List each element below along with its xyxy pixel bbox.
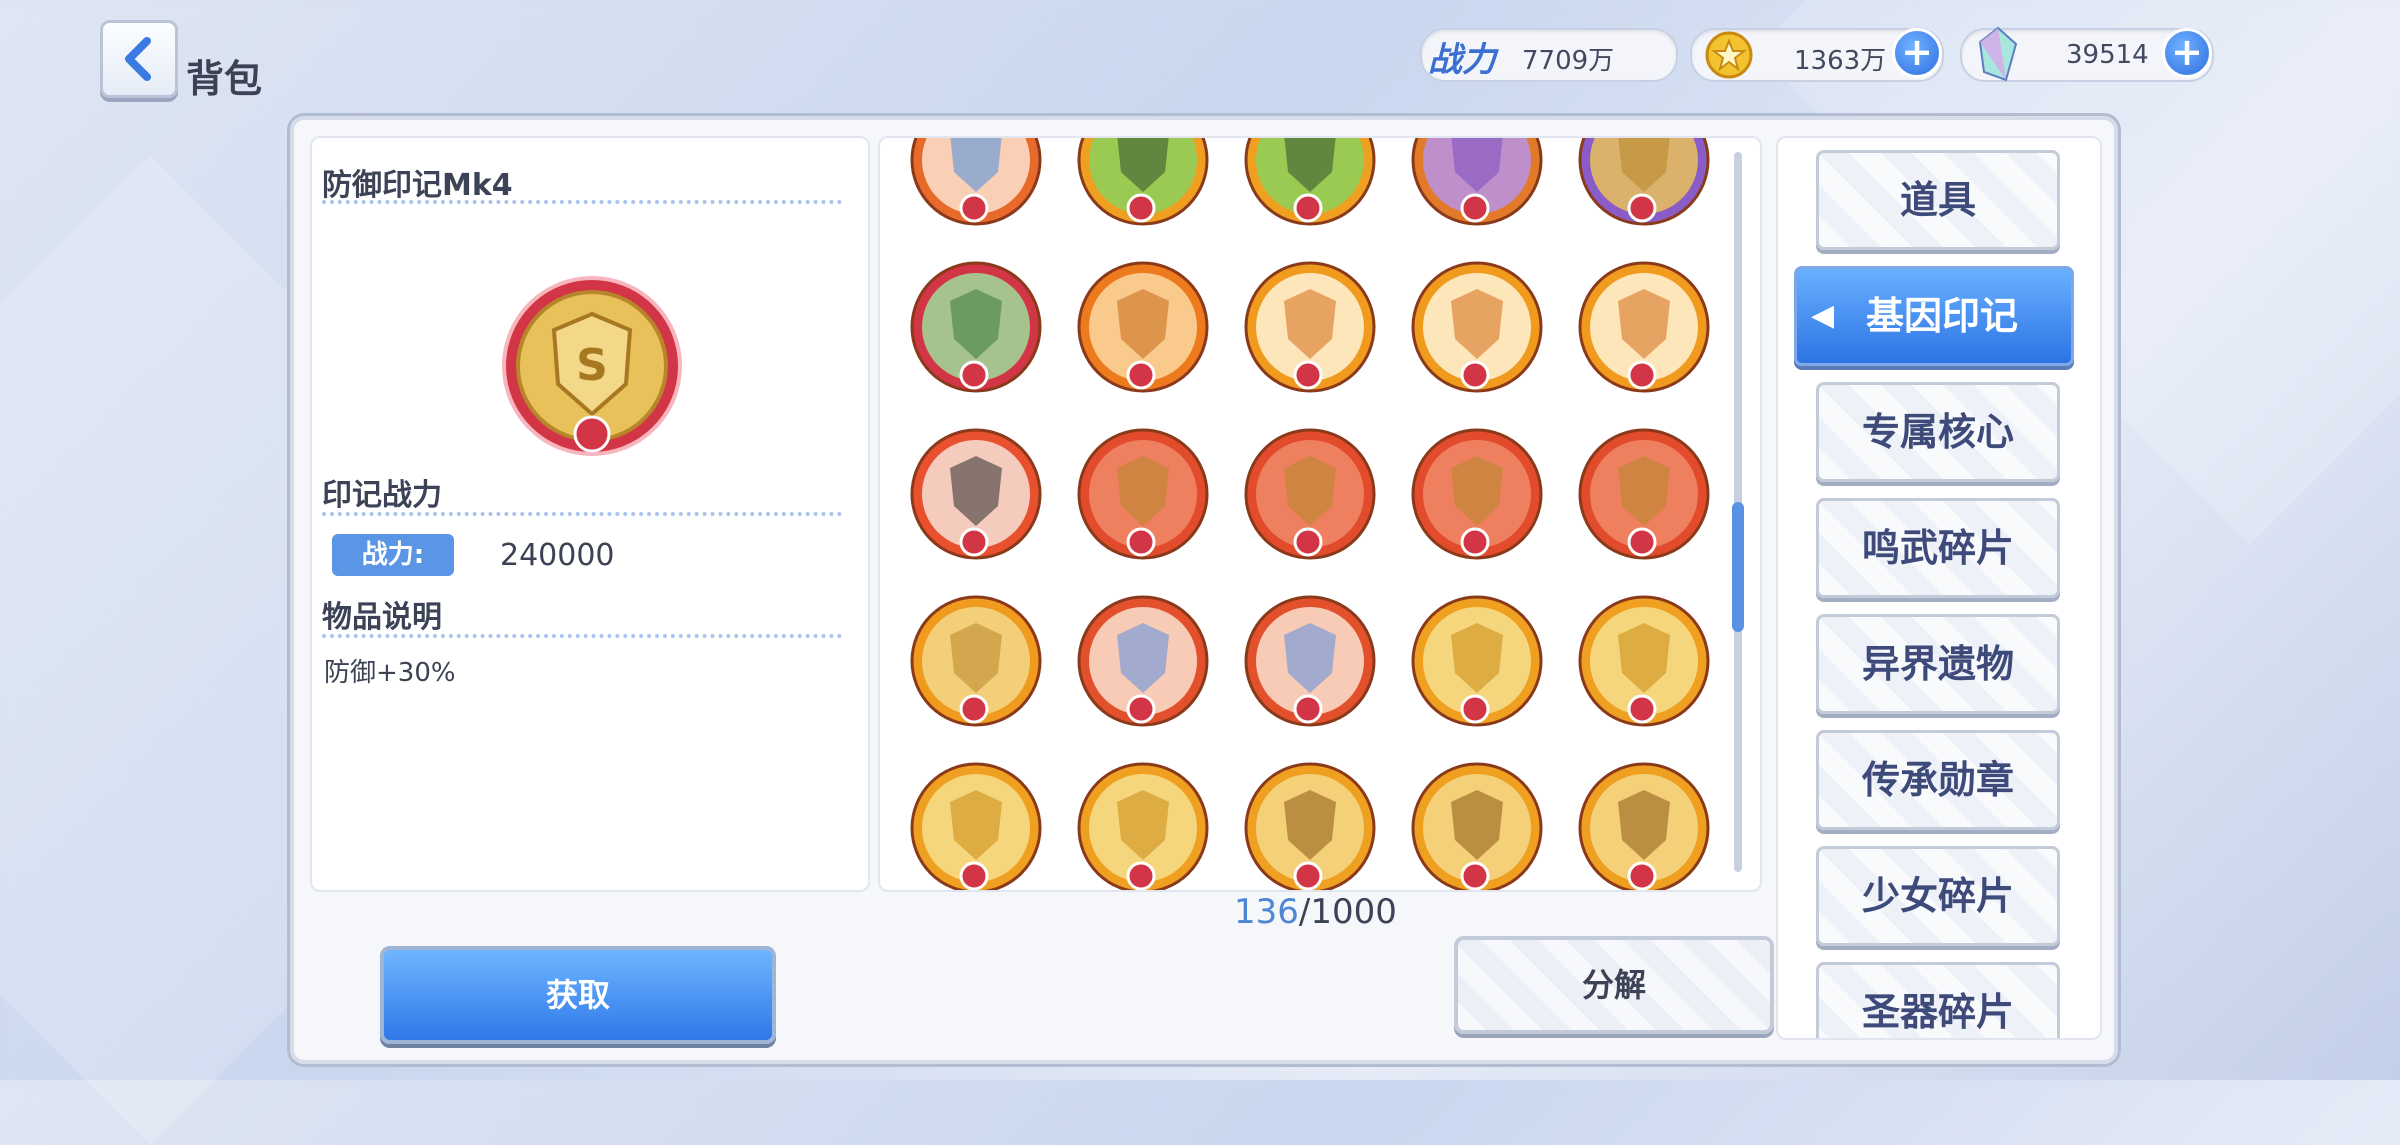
combat-power-badge-icon: 战力	[1428, 40, 1496, 80]
description-section-title: 物品说明	[322, 600, 442, 635]
item-grid	[878, 136, 1762, 892]
inventory-slot[interactable]	[1242, 138, 1378, 228]
inventory-count: 136/1000	[1234, 892, 1397, 932]
purple-cross-emblem-icon	[1411, 138, 1543, 226]
chibi-dodge-emblem-icon	[1411, 261, 1543, 393]
inventory-slot[interactable]	[1409, 138, 1545, 228]
inventory-slot[interactable]	[908, 593, 1044, 729]
star-coin-icon	[1705, 31, 1753, 79]
gold-cross-shield-emblem-icon	[1578, 762, 1710, 890]
gold-value: 1363万	[1794, 46, 1887, 76]
category-tabs: 道具 ◀ 基因印记 专属核心 鸣武碎片 异界遗物 传承勋章 少女碎片 圣器碎片	[1776, 136, 2102, 1040]
tab-gene-emblem-label: 基因印记	[1865, 294, 2018, 338]
gold-burst-shield-emblem-icon	[1077, 762, 1209, 890]
divider	[322, 512, 842, 516]
inventory-slot[interactable]	[1075, 426, 1211, 562]
tab-holy-relic-fragments[interactable]: 圣器碎片	[1816, 962, 2060, 1038]
tab-otherworld-relics[interactable]: 异界遗物	[1816, 614, 2060, 714]
gold-burst-shield-emblem-icon	[1578, 595, 1710, 727]
sword-strike-emblem-icon	[1244, 595, 1376, 727]
inventory-count-current: 136	[1234, 892, 1299, 932]
decompose-button[interactable]: 分解	[1454, 936, 1774, 1034]
inventory-slot[interactable]	[1576, 259, 1712, 395]
svg-text:S: S	[576, 340, 608, 391]
red-chainsaw-emblem-icon	[1578, 428, 1710, 560]
inventory-slot[interactable]	[908, 760, 1044, 890]
item-description: 防御+30%	[324, 658, 456, 688]
inventory-slot[interactable]	[908, 259, 1044, 395]
inventory-slot[interactable]	[1242, 593, 1378, 729]
power-value: 240000	[500, 538, 615, 573]
sword-strike-emblem-icon	[1077, 595, 1209, 727]
inventory-slot[interactable]	[1075, 760, 1211, 890]
green-gun-emblem-icon	[1077, 138, 1209, 226]
speech-arrow-emblem-icon	[910, 138, 1042, 226]
inventory-slot[interactable]	[1075, 593, 1211, 729]
item-name: 防御印记Mk4	[322, 168, 513, 203]
tab-legacy-medals[interactable]: 传承勋章	[1816, 730, 2060, 830]
gold-cross-shield-emblem-icon	[1244, 762, 1376, 890]
combat-power-display: 战力 7709万	[1420, 28, 1678, 82]
tab-girl-fragments[interactable]: 少女碎片	[1816, 846, 2060, 946]
add-crystal-button[interactable]: +	[2162, 28, 2212, 78]
red-chainsaw-emblem-icon	[1077, 428, 1209, 560]
crossed-shield-emblem-icon	[1077, 261, 1209, 393]
tab-gene-emblem[interactable]: ◀ 基因印记	[1794, 266, 2074, 366]
inventory-slot[interactable]	[1576, 760, 1712, 890]
divider	[322, 634, 842, 638]
chibi-dodge-emblem-icon	[1244, 261, 1376, 393]
crystal-currency: 39514 +	[1960, 26, 2214, 82]
black-figure-emblem-icon	[910, 428, 1042, 560]
obtain-button[interactable]: 获取	[380, 946, 776, 1044]
gold-cross-shield-emblem-icon	[1411, 762, 1543, 890]
green-gun-emblem-icon	[1244, 138, 1376, 226]
chevron-left-icon	[125, 37, 151, 81]
gold-currency: 1363万 +	[1690, 28, 1944, 82]
caret-left-icon: ◀	[1811, 298, 1835, 333]
gold-burst-shield-emblem-icon	[1411, 595, 1543, 727]
inventory-slot[interactable]	[1409, 760, 1545, 890]
power-section-title: 印记战力	[322, 478, 442, 513]
crystal-value: 39514	[2066, 40, 2149, 70]
add-gold-button[interactable]: +	[1892, 28, 1942, 78]
inventory-slot[interactable]	[908, 138, 1044, 228]
red-chainsaw-emblem-icon	[1244, 428, 1376, 560]
tab-weapon-fragments[interactable]: 鸣武碎片	[1816, 498, 2060, 598]
inventory-slot[interactable]	[908, 426, 1044, 562]
inventory-slot[interactable]	[1075, 259, 1211, 395]
green-hair-emblem-icon	[910, 261, 1042, 393]
inventory-slot[interactable]	[1242, 760, 1378, 890]
inventory-slot[interactable]	[1409, 259, 1545, 395]
tab-items[interactable]: 道具	[1816, 150, 2060, 250]
gold-burst-shield-emblem-icon	[910, 762, 1042, 890]
inventory-count-separator: /	[1298, 892, 1311, 932]
gold-vest-emblem-icon	[910, 595, 1042, 727]
combat-power-value: 7709万	[1522, 46, 1615, 76]
page-title: 背包	[186, 57, 263, 101]
inventory-panel: 防御印记Mk4 S 印记战力 战力: 240000 物品说明 防御+30% 13…	[290, 116, 2118, 1064]
inventory-slot[interactable]	[1409, 593, 1545, 729]
inventory-count-max: 1000	[1310, 892, 1397, 932]
chibi-dodge-emblem-icon	[1578, 261, 1710, 393]
inventory-slot[interactable]	[1576, 593, 1712, 729]
grid-scrollbar-thumb[interactable]	[1732, 502, 1744, 632]
gold-shield-emblem-icon	[1578, 138, 1710, 226]
divider	[322, 200, 842, 204]
inventory-slot[interactable]	[1242, 426, 1378, 562]
crystal-gem-icon	[1978, 26, 2018, 82]
inventory-slot[interactable]	[1242, 259, 1378, 395]
inventory-slot[interactable]	[1075, 138, 1211, 228]
red-chainsaw-emblem-icon	[1411, 428, 1543, 560]
defense-emblem-large-icon: S	[502, 276, 682, 456]
power-label: 战力:	[332, 534, 454, 576]
item-detail-panel: 防御印记Mk4 S 印记战力 战力: 240000 物品说明 防御+30%	[310, 136, 870, 892]
inventory-slot[interactable]	[1576, 426, 1712, 562]
back-button[interactable]	[100, 20, 178, 98]
tab-exclusive-core[interactable]: 专属核心	[1816, 382, 2060, 482]
inventory-slot[interactable]	[1409, 426, 1545, 562]
inventory-slot[interactable]	[1576, 138, 1712, 228]
